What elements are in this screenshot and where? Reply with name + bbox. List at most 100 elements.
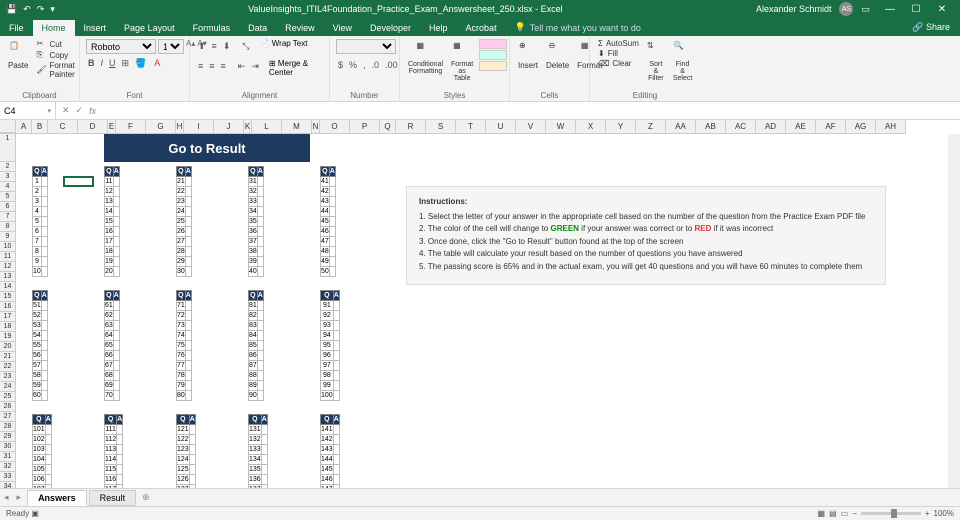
zoom-in-button[interactable]: +: [925, 509, 930, 518]
row-header-30[interactable]: 30: [0, 442, 15, 452]
answer-cell[interactable]: [257, 341, 263, 351]
menu-view[interactable]: View: [324, 20, 361, 36]
copy-button[interactable]: ⎘Copy: [34, 50, 76, 60]
zoom-level[interactable]: 100%: [934, 509, 954, 518]
answer-cell[interactable]: [333, 351, 339, 361]
answer-cell[interactable]: [261, 425, 267, 435]
answer-cell[interactable]: [113, 227, 119, 237]
ribbon-options-icon[interactable]: ▭: [861, 4, 870, 15]
undo-icon[interactable]: ↶: [23, 4, 31, 15]
answer-cell[interactable]: [113, 311, 119, 321]
col-header-AE[interactable]: AE: [786, 120, 816, 133]
answer-cell[interactable]: [329, 237, 335, 247]
col-header-AA[interactable]: AA: [666, 120, 696, 133]
answer-cell[interactable]: [257, 301, 263, 311]
answer-cell[interactable]: [333, 361, 339, 371]
add-sheet-button[interactable]: ⊕: [136, 492, 156, 503]
answer-cell[interactable]: [117, 435, 123, 445]
answer-cell[interactable]: [185, 381, 191, 391]
answer-cell[interactable]: [257, 187, 263, 197]
answer-cell[interactable]: [41, 247, 47, 257]
col-header-Y[interactable]: Y: [606, 120, 636, 133]
answer-cell[interactable]: [329, 207, 335, 217]
row-header-17[interactable]: 17: [0, 312, 15, 322]
answer-cell[interactable]: [329, 177, 335, 187]
align-bottom-button[interactable]: ⬇: [221, 41, 233, 52]
row-header-28[interactable]: 28: [0, 422, 15, 432]
answer-cell[interactable]: [185, 227, 191, 237]
answer-cell[interactable]: [333, 341, 339, 351]
answer-cell[interactable]: [185, 197, 191, 207]
answer-cell[interactable]: [189, 425, 195, 435]
answer-cell[interactable]: [185, 257, 191, 267]
row-header-5[interactable]: 5: [0, 192, 15, 202]
answer-cell[interactable]: [189, 445, 195, 455]
col-header-AF[interactable]: AF: [816, 120, 846, 133]
col-header-W[interactable]: W: [546, 120, 576, 133]
answer-cell[interactable]: [333, 465, 339, 475]
menu-developer[interactable]: Developer: [361, 20, 420, 36]
answer-cell[interactable]: [257, 321, 263, 331]
answer-cell[interactable]: [113, 331, 119, 341]
font-size-select[interactable]: 10: [158, 39, 184, 54]
answer-cell[interactable]: [45, 425, 51, 435]
wrap-text-button[interactable]: 📄 Wrap Text: [260, 39, 308, 52]
answer-cell[interactable]: [113, 381, 119, 391]
col-header-X[interactable]: X: [576, 120, 606, 133]
row-header-18[interactable]: 18: [0, 322, 15, 332]
answer-cell[interactable]: [257, 237, 263, 247]
fx-icon[interactable]: fx: [89, 106, 96, 116]
sort-filter-button[interactable]: ⇅Sort & Filter: [645, 39, 667, 84]
answer-cell[interactable]: [261, 455, 267, 465]
row-header-7[interactable]: 7: [0, 212, 15, 222]
answer-cell[interactable]: [333, 301, 339, 311]
col-header-J[interactable]: J: [214, 120, 244, 133]
col-header-O[interactable]: O: [320, 120, 350, 133]
answer-cell[interactable]: [185, 341, 191, 351]
answer-cell[interactable]: [41, 301, 47, 311]
answer-cell[interactable]: [41, 391, 47, 401]
answer-cell[interactable]: [329, 197, 335, 207]
align-right-button[interactable]: ≡: [219, 61, 228, 77]
col-header-B[interactable]: B: [32, 120, 48, 133]
answer-cell[interactable]: [117, 445, 123, 455]
insert-cells-button[interactable]: ⊕Insert: [516, 39, 540, 72]
view-normal-icon[interactable]: ▦: [818, 509, 826, 518]
save-icon[interactable]: 💾: [6, 4, 17, 15]
answer-cell[interactable]: [113, 187, 119, 197]
menu-data[interactable]: Data: [239, 20, 276, 36]
row-header-10[interactable]: 10: [0, 242, 15, 252]
row-header-19[interactable]: 19: [0, 332, 15, 342]
answer-cell[interactable]: [261, 445, 267, 455]
redo-icon[interactable]: ↷: [37, 4, 45, 15]
comma-button[interactable]: ,: [361, 60, 368, 70]
answer-cell[interactable]: [113, 301, 119, 311]
col-header-AG[interactable]: AG: [846, 120, 876, 133]
menu-home[interactable]: Home: [33, 20, 75, 36]
answer-cell[interactable]: [329, 217, 335, 227]
row-header-15[interactable]: 15: [0, 292, 15, 302]
minimize-button[interactable]: —: [878, 2, 902, 16]
answer-cell[interactable]: [185, 207, 191, 217]
cut-button[interactable]: ✂Cut: [34, 39, 76, 49]
align-middle-button[interactable]: ≡: [210, 41, 219, 52]
col-header-AD[interactable]: AD: [756, 120, 786, 133]
answer-cell[interactable]: [41, 217, 47, 227]
answer-cell[interactable]: [45, 475, 51, 485]
answer-cell[interactable]: [257, 391, 263, 401]
format-painter-button[interactable]: 🖌Format Painter: [34, 61, 76, 79]
col-header-AH[interactable]: AH: [876, 120, 906, 133]
sheet-tab-answers[interactable]: Answers: [27, 490, 87, 506]
cell-style-1[interactable]: [479, 39, 507, 49]
answer-cell[interactable]: [41, 177, 47, 187]
answer-cell[interactable]: [113, 391, 119, 401]
row-header-22[interactable]: 22: [0, 362, 15, 372]
select-all-corner[interactable]: [0, 120, 16, 133]
col-header-G[interactable]: G: [146, 120, 176, 133]
menu-help[interactable]: Help: [420, 20, 457, 36]
answer-cell[interactable]: [45, 455, 51, 465]
answer-cell[interactable]: [257, 257, 263, 267]
answer-cell[interactable]: [257, 371, 263, 381]
answer-cell[interactable]: [257, 267, 263, 277]
row-header-31[interactable]: 31: [0, 452, 15, 462]
